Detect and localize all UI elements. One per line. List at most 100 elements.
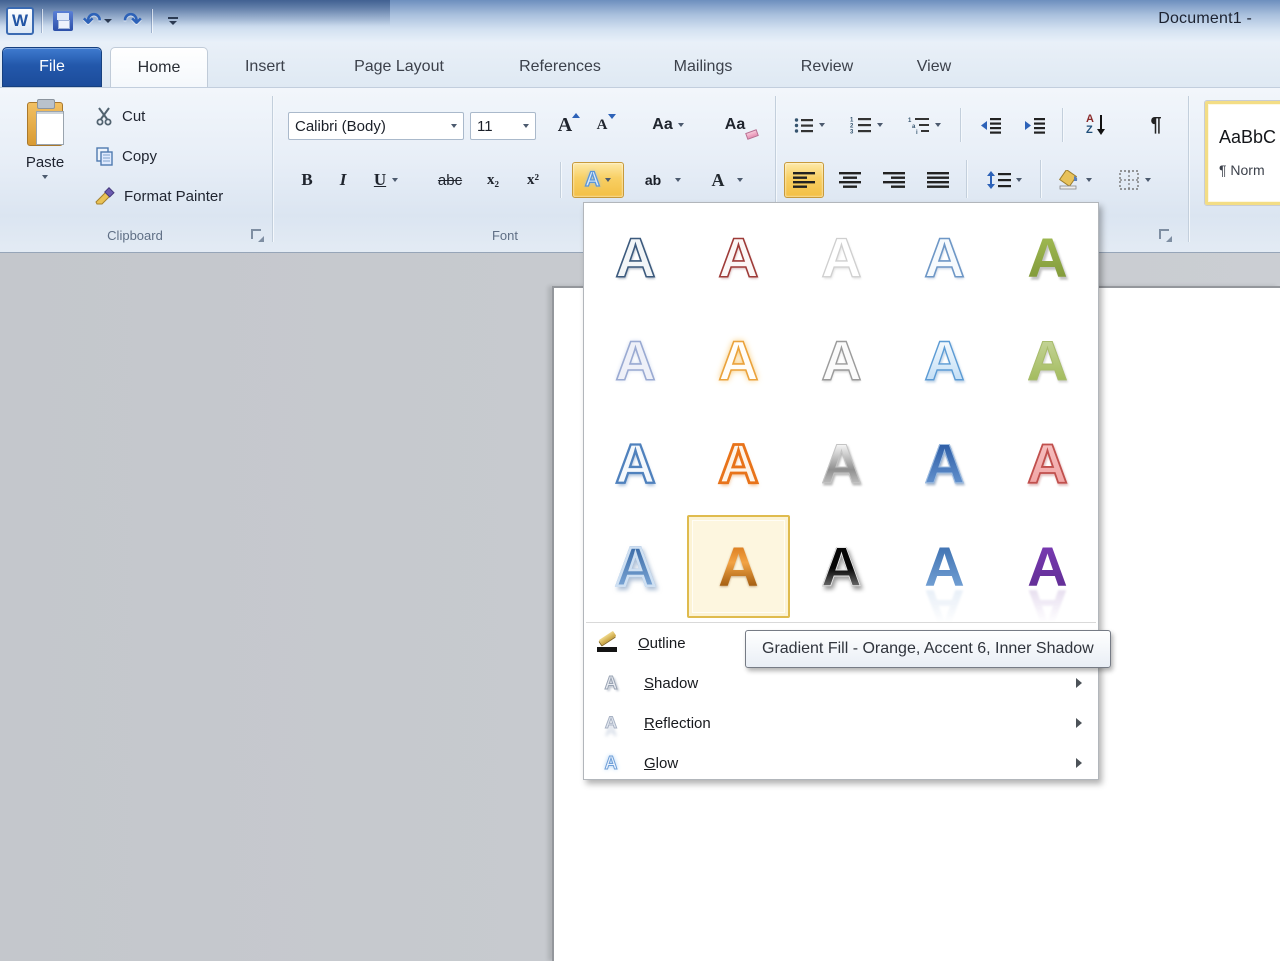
paste-clipboard-icon <box>27 102 63 146</box>
gallery-item-outline-navy[interactable]: A <box>584 206 687 309</box>
sort-arrow-icon <box>1096 114 1106 136</box>
chevron-down-icon[interactable] <box>605 178 611 182</box>
tab-home[interactable]: Home <box>110 47 208 87</box>
chevron-down-icon[interactable] <box>451 124 457 128</box>
gallery-item-fill-silver[interactable]: A <box>790 412 893 515</box>
subscript-button[interactable]: x₂ <box>476 164 510 196</box>
tab-references[interactable]: References <box>486 47 634 87</box>
numbering-icon: 1 2 3 <box>850 116 872 134</box>
font-name-combo[interactable]: Calibri (Body) <box>288 112 464 140</box>
gallery-item-purple-reflect[interactable]: AA <box>996 515 1099 618</box>
grow-font-button[interactable]: A <box>548 110 582 140</box>
align-right-button[interactable] <box>874 162 914 198</box>
align-center-button[interactable] <box>830 162 870 198</box>
gallery-item-orange-inner-shadow[interactable]: A <box>687 515 790 618</box>
paste-dropdown-icon[interactable] <box>42 175 48 179</box>
underline-button[interactable]: U <box>364 164 408 196</box>
chevron-down-icon[interactable] <box>1086 178 1092 182</box>
increase-indent-button[interactable] <box>1016 110 1054 140</box>
shrink-font-button[interactable]: A <box>586 110 618 140</box>
bold-button[interactable]: B <box>292 164 322 196</box>
paragraph-dialog-launcher[interactable] <box>1158 228 1172 242</box>
bold-icon: B <box>301 170 312 190</box>
align-left-button[interactable] <box>784 162 824 198</box>
reflection-icon: A <box>596 710 626 736</box>
superscript-button[interactable]: x² <box>516 164 550 196</box>
chevron-down-icon[interactable] <box>675 178 681 182</box>
clear-formatting-button[interactable]: Aa <box>712 110 758 140</box>
numbering-button[interactable]: 1 2 3 <box>840 110 892 140</box>
align-right-icon <box>883 171 905 189</box>
strikethrough-button[interactable]: abc <box>430 164 470 196</box>
group-separator <box>272 96 273 242</box>
menu-item-reflection[interactable]: AReflection <box>584 703 1098 743</box>
gallery-item-blue-reflect[interactable]: AA <box>893 515 996 618</box>
format-painter-button[interactable]: Format Painter <box>94 182 223 210</box>
gallery-item-glow-orange[interactable]: A <box>687 309 790 412</box>
font-size-combo[interactable]: 11 <box>470 112 536 140</box>
line-spacing-button[interactable] <box>978 162 1030 198</box>
justify-button[interactable] <box>918 162 958 198</box>
copy-button[interactable]: Copy <box>94 142 157 170</box>
paste-button[interactable]: Paste <box>16 98 74 210</box>
gallery-item-rose-outline[interactable]: A <box>996 412 1099 515</box>
redo-button[interactable]: ↷ <box>120 8 144 34</box>
gallery-item-blue-outline-heavy[interactable]: A <box>584 515 687 618</box>
gallery-item-outline-lightgray[interactable]: A <box>790 206 893 309</box>
cut-button[interactable]: Cut <box>94 102 145 130</box>
sort-button[interactable]: A Z <box>1074 108 1118 142</box>
gallery-item-glow-lavender[interactable]: A <box>584 309 687 412</box>
chevron-down-icon[interactable] <box>877 123 883 127</box>
borders-button[interactable] <box>1108 162 1162 198</box>
customize-qat-button[interactable] <box>161 8 185 34</box>
tab-file[interactable]: File <box>2 47 102 87</box>
gallery-item-black-fade[interactable]: A <box>790 515 893 618</box>
window-title: Document1 - <box>1158 10 1252 28</box>
text-effects-button[interactable]: A <box>572 162 624 198</box>
menu-item-label: Shadow <box>644 675 698 692</box>
gallery-item-outline-darkred[interactable]: A <box>687 206 790 309</box>
menu-item-glow[interactable]: AGlow <box>584 743 1098 783</box>
chevron-down-icon[interactable] <box>1016 178 1022 182</box>
multilevel-list-button[interactable]: 1 a i <box>898 110 950 140</box>
tab-page-layout[interactable]: Page Layout <box>322 47 476 87</box>
text-highlight-button[interactable]: ab <box>634 162 692 198</box>
shading-button[interactable] <box>1048 162 1100 198</box>
text-effect-preview-letter: A <box>1027 436 1067 492</box>
show-hide-pilcrow-button[interactable]: ¶ <box>1136 108 1176 142</box>
decrease-indent-button[interactable] <box>972 110 1010 140</box>
change-case-button[interactable]: Aa <box>640 110 696 140</box>
undo-dropdown-icon[interactable] <box>104 19 112 23</box>
chevron-down-icon[interactable] <box>392 178 398 182</box>
chevron-down-icon[interactable] <box>819 123 825 127</box>
gallery-item-outline-blue[interactable]: A <box>893 206 996 309</box>
text-effect-preview-letter: A <box>615 230 655 286</box>
italic-button[interactable]: I <box>330 164 356 196</box>
undo-button[interactable]: ↶ <box>83 8 112 34</box>
gallery-item-solid-olive[interactable]: A <box>996 206 1099 309</box>
gallery-item-outline-orange-thick[interactable]: A <box>687 412 790 515</box>
chevron-down-icon[interactable] <box>737 178 743 182</box>
save-button[interactable] <box>51 8 75 34</box>
gallery-item-outline-gray-grad[interactable]: A <box>790 309 893 412</box>
gallery-item-outline-blue-strong[interactable]: A <box>584 412 687 515</box>
tab-view[interactable]: View <box>890 47 978 87</box>
tab-insert[interactable]: Insert <box>216 47 314 87</box>
gallery-item-grad-olive[interactable]: A <box>996 309 1099 412</box>
chevron-down-icon[interactable] <box>935 123 941 127</box>
gallery-item-grad-blue-soft[interactable]: A <box>893 309 996 412</box>
gallery-item-fill-blue[interactable]: A <box>893 412 996 515</box>
style-normal-card[interactable]: AaBbC ¶ Norm <box>1204 100 1280 206</box>
tab-review[interactable]: Review <box>772 47 882 87</box>
menu-item-shadow[interactable]: AShadow <box>584 663 1098 703</box>
tab-mailings[interactable]: Mailings <box>644 47 762 87</box>
eraser-icon <box>745 129 759 140</box>
redo-icon: ↷ <box>123 10 141 32</box>
chevron-down-icon[interactable] <box>523 124 529 128</box>
bullets-button[interactable] <box>786 110 832 140</box>
chevron-down-icon[interactable] <box>1145 178 1151 182</box>
word-logo-icon[interactable]: W <box>6 7 34 35</box>
font-color-button[interactable]: A <box>700 162 754 198</box>
clipboard-dialog-launcher[interactable] <box>250 228 264 242</box>
subscript-icon: x₂ <box>487 172 499 189</box>
